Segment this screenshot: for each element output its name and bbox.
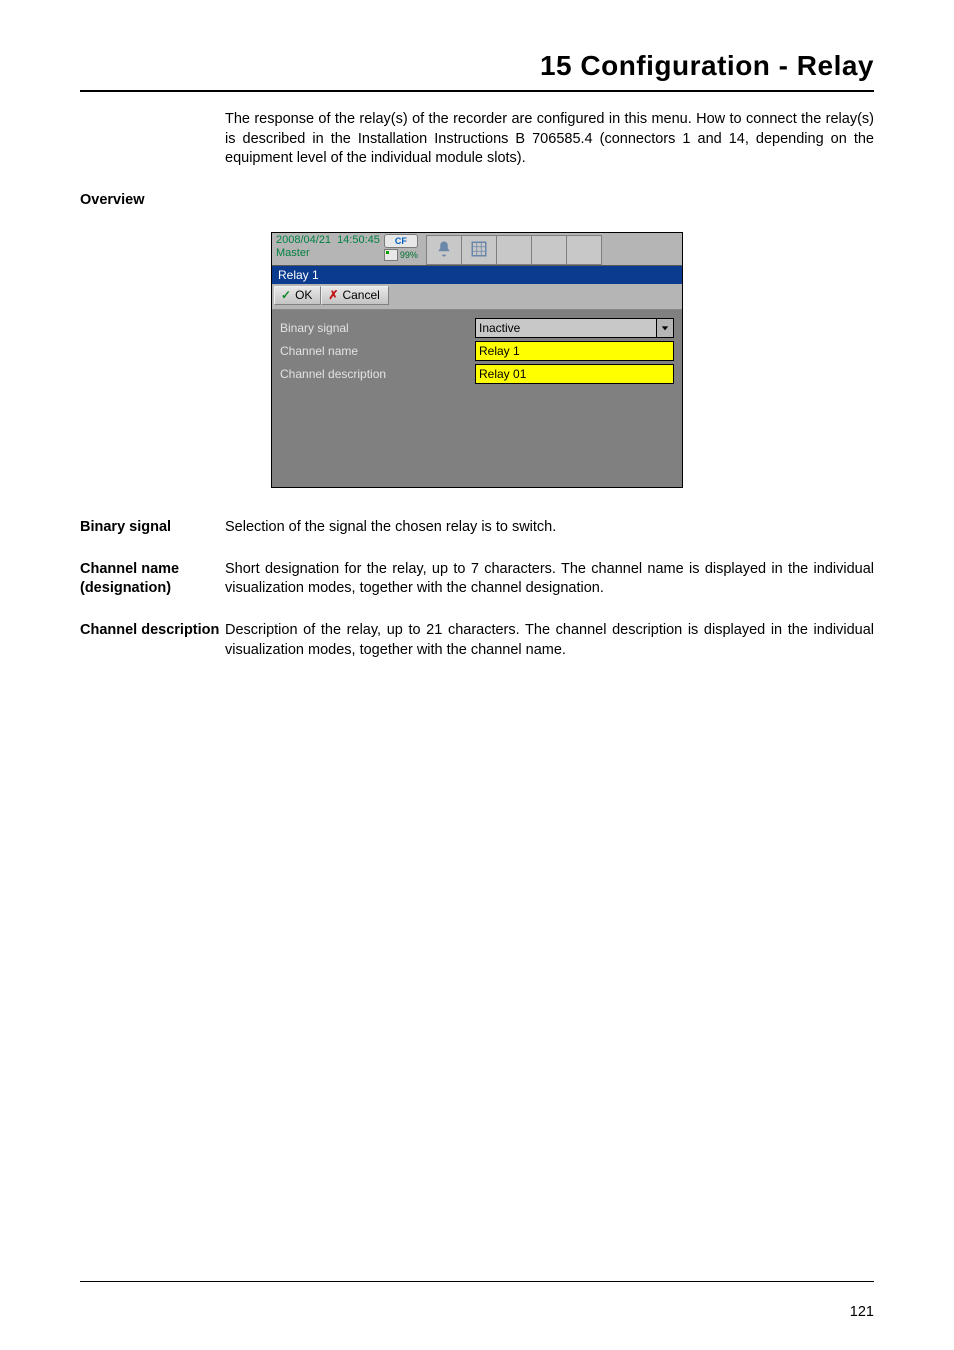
device-date: 2008/04/21 [276,234,331,247]
chapter-title: 15 Configuration - Relay [80,50,874,82]
channel-name-label: Channel name [280,344,475,358]
page-number: 121 [850,1304,874,1320]
chevron-down-icon [661,321,669,335]
grid-icon [470,240,488,261]
device-screen: 2008/04/21 Master 14:50:45 CF 99% [271,232,683,488]
form-body: Binary signal Inactive Channel name Rela… [272,310,682,487]
form-row-channel-description: Channel description Relay 01 [280,364,674,384]
def-channel-name-label: Channel name (designation) [80,560,225,599]
device-time: 14:50:45 [335,233,382,265]
channel-description-label: Channel description [280,367,475,381]
storage-percent: 99% [384,249,418,261]
empty-tab-2[interactable] [532,235,567,265]
alarm-tab[interactable] [426,235,462,265]
binary-signal-dropdown-button[interactable] [657,318,674,338]
footer-rule [80,1281,874,1282]
overview-label: Overview [80,191,225,211]
binary-signal-value[interactable]: Inactive [475,318,657,338]
ok-button[interactable]: ✓ OK [274,286,321,305]
disk-icon [384,249,398,261]
button-bar: ✓ OK ✗ Cancel [272,284,682,310]
def-channel-description-text: Description of the relay, up to 21 chara… [225,621,874,660]
def-binary-signal-text: Selection of the signal the chosen relay… [225,518,874,538]
def-channel-name-text: Short designation for the relay, up to 7… [225,560,874,599]
title-rule [80,90,874,92]
storage-percent-value: 99% [400,250,418,260]
channel-description-field[interactable]: Relay 01 [475,364,674,384]
def-channel-description-label: Channel description [80,621,225,641]
cancel-button-label: Cancel [342,288,379,302]
device-user: Master [276,247,331,260]
empty-tab-3[interactable] [567,235,602,265]
form-row-binary-signal: Binary signal Inactive [280,318,674,338]
binary-signal-label: Binary signal [280,321,475,335]
device-topbar: 2008/04/21 Master 14:50:45 CF 99% [272,233,682,265]
ok-button-label: OK [295,288,312,302]
form-row-channel-name: Channel name Relay 1 [280,341,674,361]
screenshot-container: 2008/04/21 Master 14:50:45 CF 99% [80,232,874,488]
check-icon: ✓ [281,288,291,302]
cancel-button[interactable]: ✗ Cancel [321,286,388,305]
device-tabstrip [420,233,682,265]
device-status-stack: CF 99% [382,233,420,265]
grid-tab[interactable] [462,235,497,265]
def-binary-signal-label: Binary signal [80,518,225,538]
device-date-user: 2008/04/21 Master [272,233,335,265]
x-icon: ✗ [328,288,338,302]
window-title: Relay 1 [272,265,682,284]
bell-icon [435,240,453,261]
cf-card-icon: CF [384,234,418,248]
channel-name-field[interactable]: Relay 1 [475,341,674,361]
intro-paragraph: The response of the relay(s) of the reco… [225,110,874,169]
empty-tab-1[interactable] [497,235,532,265]
